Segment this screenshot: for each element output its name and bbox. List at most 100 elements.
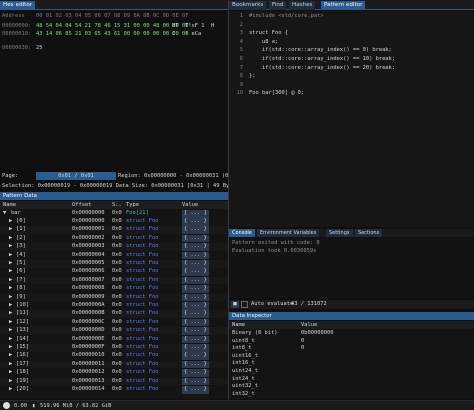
pattern-row[interactable]: ▶ [2] 0x00000002 0x0 struct Foo { ... } <box>0 234 228 243</box>
pattern-row[interactable]: ▶ [13] 0x0000000D 0x0 struct Foo { ... } <box>0 327 228 335</box>
code-line[interactable]: if(std::core::array_index() == 10) break… <box>249 56 395 63</box>
inspector-row[interactable]: uint24_t <box>229 368 474 376</box>
auto-evaluate-checkbox[interactable] <box>241 301 248 308</box>
hex-ascii[interactable]: C ! eCa <box>172 31 221 38</box>
stop-icon[interactable]: ■ <box>231 301 239 308</box>
expand-icon[interactable]: ▶ <box>9 277 12 285</box>
expand-icon[interactable]: ▶ <box>9 386 12 394</box>
pattern-row[interactable]: ▶ [17] 0x00000011 0x0 struct Foo { ... } <box>0 360 228 369</box>
pattern-value[interactable]: { ... } <box>182 234 209 243</box>
pattern-value[interactable]: { ... } <box>182 268 209 276</box>
code-line[interactable]: u8 a; <box>249 39 278 46</box>
pattern-value[interactable]: { ... } <box>182 369 209 377</box>
inspector-col-name[interactable]: Name <box>232 321 245 329</box>
pattern-row[interactable]: ▶ [9] 0x00000009 0x0 struct Foo { ... } <box>0 293 228 302</box>
expand-icon[interactable]: ▶ <box>9 285 12 293</box>
pattern-value[interactable]: { ... } <box>182 285 209 293</box>
tab-console[interactable]: Console <box>229 229 255 237</box>
expand-icon[interactable]: ▶ <box>9 369 12 377</box>
tab-sections[interactable]: Sections <box>355 229 383 237</box>
expand-icon[interactable]: ▶ <box>9 327 12 335</box>
inspector-value[interactable]: 0 <box>301 345 304 353</box>
pattern-value[interactable]: { ... } <box>182 360 209 369</box>
pattern-row[interactable]: ▶ [20] 0x00000014 0x0 struct Foo { ... } <box>0 386 228 394</box>
vertical-divider[interactable] <box>228 0 229 400</box>
pattern-value[interactable]: { ... } <box>182 218 209 226</box>
pattern-editor[interactable]: 1 #include <std/core.pat> 2 3 struct Foo {4 … <box>229 11 474 227</box>
expand-icon[interactable]: ▶ <box>9 336 12 344</box>
pattern-row[interactable]: ▶ [18] 0x00000012 0x0 struct Foo { ... } <box>0 369 228 377</box>
pattern-value[interactable]: { ... } <box>182 243 209 251</box>
pattern-value[interactable]: { ... } <box>182 335 209 344</box>
inspector-row[interactable]: int8_t 0 <box>229 345 474 353</box>
pattern-row[interactable]: ▶ [4] 0x00000004 0x0 struct Foo { ... } <box>0 251 228 260</box>
expand-icon[interactable]: ▶ <box>9 252 12 260</box>
tab-pattern-editor[interactable]: Pattern editor <box>321 1 366 10</box>
pattern-row[interactable]: ▶ [10] 0x0000000A 0x0 struct Foo { ... } <box>0 302 228 310</box>
col-offset[interactable]: Offset <box>72 201 91 209</box>
hex-ascii[interactable]: HT T!xF 1 H <box>172 23 221 30</box>
tab-environment-variables[interactable]: Environment Variables <box>257 229 320 237</box>
pattern-row[interactable]: ▶ [3] 0x00000003 0x0 struct Foo { ... } <box>0 243 228 251</box>
code-line[interactable]: #include <std/core.pat> <box>249 13 324 20</box>
hex-bytes[interactable]: 48 54 04 04 54 21 78 46 15 31 00 00 48 0… <box>36 23 189 30</box>
expand-icon[interactable]: ▶ <box>9 361 12 369</box>
pattern-row[interactable]: ▶ [11] 0x0000000B 0x0 struct Foo { ... } <box>0 310 228 318</box>
inspector-value[interactable]: 0 <box>301 338 304 346</box>
page-selector[interactable]: 0x01 / 0x01 <box>36 172 116 180</box>
pattern-row[interactable]: ▶ [19] 0x00000013 0x0 struct Foo { ... } <box>0 377 228 386</box>
code-line[interactable]: if(std::core::array_index() == 20) break… <box>249 65 395 72</box>
pattern-row[interactable]: ▶ [12] 0x0000000C 0x0 struct Foo { ... } <box>0 318 228 327</box>
inspector-row[interactable]: uint16_t <box>229 353 474 361</box>
hex-bytes[interactable]: 43 14 06 85 21 03 65 43 61 00 00 00 00 0… <box>36 31 189 38</box>
col-name[interactable]: Name <box>3 201 16 209</box>
pattern-value[interactable]: { ... } <box>182 293 209 302</box>
expand-icon[interactable]: ▶ <box>9 294 12 302</box>
expand-icon[interactable]: ▶ <box>9 378 12 386</box>
code-line[interactable]: Foo bar[300] @ 0; <box>249 90 304 97</box>
pattern-value[interactable]: { ... } <box>182 386 209 394</box>
pattern-value[interactable]: { ... } <box>182 260 209 268</box>
tab-bookmarks[interactable]: Bookmarks <box>229 1 267 10</box>
pattern-row[interactable]: ▶ [14] 0x0000000E 0x0 struct Foo { ... } <box>0 335 228 344</box>
pattern-value[interactable]: { ... } <box>182 377 209 386</box>
expand-icon[interactable]: ▶ <box>9 319 12 327</box>
expand-icon[interactable]: ▶ <box>9 260 12 268</box>
pattern-value[interactable]: { ... } <box>182 327 209 335</box>
pattern-row[interactable]: ▶ [7] 0x00000007 0x0 struct Foo { ... } <box>0 276 228 285</box>
expand-icon[interactable]: ▶ <box>9 243 12 251</box>
expand-icon[interactable]: ▶ <box>9 235 12 243</box>
pattern-value[interactable]: { ... } <box>182 344 209 352</box>
pattern-value[interactable]: { ... } <box>182 226 209 234</box>
pattern-row[interactable]: ▶ [5] 0x00000005 0x0 struct Foo { ... } <box>0 260 228 268</box>
expand-icon[interactable]: ▶ <box>9 344 12 352</box>
pattern-row[interactable]: ▶ [1] 0x00000001 0x0 struct Foo { ... } <box>0 226 228 234</box>
expand-icon[interactable]: ▶ <box>9 218 12 226</box>
expand-icon[interactable]: ▶ <box>9 302 12 310</box>
inspector-value[interactable]: 0b00000000 <box>301 330 333 338</box>
root-value-button[interactable]: [ ... ] <box>182 210 209 218</box>
hex-bytes[interactable]: 25 <box>36 45 43 52</box>
expand-icon[interactable]: ▶ <box>9 268 12 276</box>
expand-icon[interactable]: ▶ <box>9 310 12 318</box>
expand-icon[interactable]: ▼ <box>3 210 6 218</box>
inspector-row[interactable]: uint8_t 0 <box>229 338 474 346</box>
pattern-value[interactable]: { ... } <box>182 310 209 318</box>
tab-settings[interactable]: Settings <box>326 229 353 237</box>
tab-find[interactable]: Find <box>269 1 287 10</box>
pattern-row[interactable]: ▶ [6] 0x00000006 0x0 struct Foo { ... } <box>0 268 228 276</box>
inspector-row[interactable]: int24_t <box>229 376 474 384</box>
pattern-value[interactable]: { ... } <box>182 318 209 327</box>
pattern-value[interactable]: { ... } <box>182 352 209 360</box>
pattern-row[interactable]: ▶ [0] 0x00000000 0x0 struct Foo { ... } <box>0 218 228 226</box>
code-line[interactable]: }; <box>249 73 256 80</box>
inspector-row[interactable]: int32_t <box>229 391 474 399</box>
col-size[interactable]: S.. <box>112 201 122 209</box>
pattern-value[interactable]: { ... } <box>182 251 209 260</box>
expand-icon[interactable]: ▶ <box>9 352 12 360</box>
pattern-value[interactable]: { ... } <box>182 276 209 285</box>
col-type[interactable]: Type <box>126 201 139 209</box>
code-line[interactable]: if(std::core::array_index() == 0) break; <box>249 47 392 54</box>
pattern-row[interactable]: ▶ [15] 0x0000000F 0x0 struct Foo { ... } <box>0 344 228 352</box>
inspector-row[interactable]: int16_t <box>229 360 474 368</box>
